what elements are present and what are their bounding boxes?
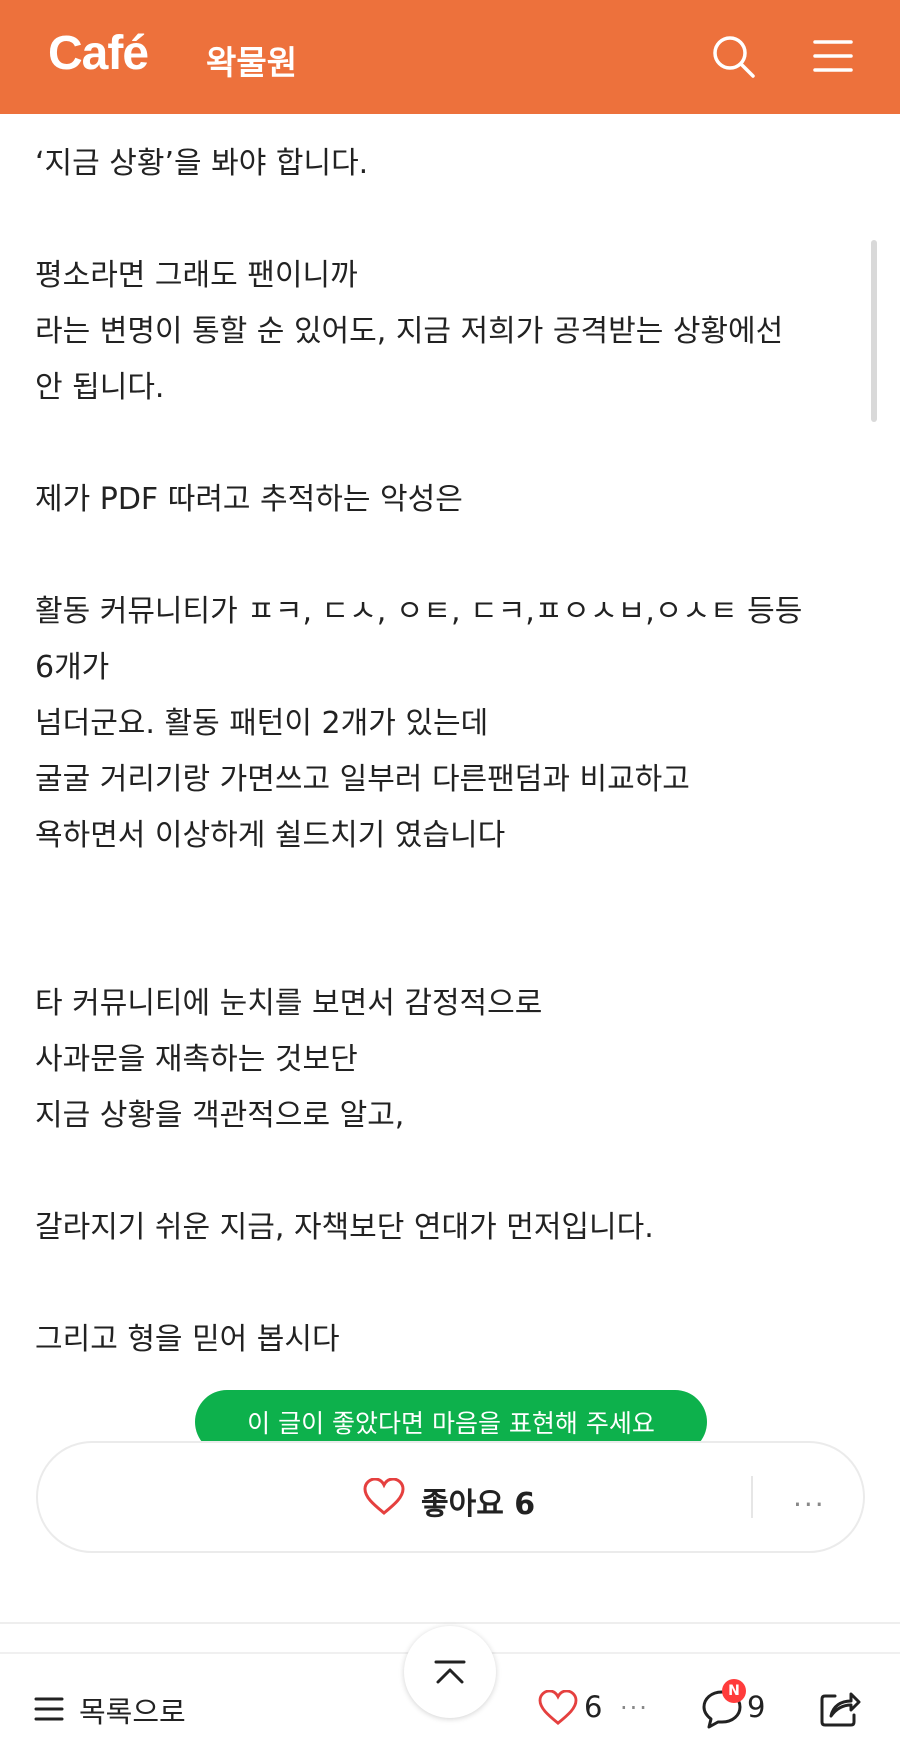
article-line: 굴굴 거리기랑 가면쓰고 일부러 다른팬덤과 비교하고 [35,762,690,797]
article-line: 라는 변명이 통할 순 있어도, 지금 저희가 공격받는 상황에선 [35,314,784,349]
heart-icon[interactable] [538,1690,578,1726]
scroll-to-top-button[interactable] [404,1626,496,1718]
like-count: 6 [584,1690,603,1724]
article-line: 제가 PDF 따려고 추적하는 악성은 [35,482,463,517]
divider [751,1476,753,1518]
article-line: ‘지금 상황’을 봐야 합니다. [35,146,369,181]
divider [0,1622,900,1624]
back-to-list-button[interactable]: 목록으로 [79,1689,186,1731]
comment-count: 9 [747,1690,766,1724]
menu-icon[interactable] [811,37,855,75]
article-line: 사과문을 재촉하는 것보단 [35,1042,358,1077]
search-icon[interactable] [710,33,756,79]
article-line: 갈라지기 쉬운 지금, 자책보단 연대가 먼저입니다. [35,1210,654,1245]
new-badge: N [722,1679,746,1703]
article-line: 그리고 형을 믿어 봅시다 [35,1322,340,1357]
article-line: 6개가 [35,650,110,685]
arrow-up-icon [434,1660,466,1684]
article-line: 타 커뮤니티에 눈치를 보면서 감정적으로 [35,986,543,1021]
article-line: 넘더군요. 활동 패턴이 2개가 있는데 [35,706,489,741]
cafe-name[interactable]: 왁물원 [206,36,297,84]
article-line: 지금 상황을 객관적으로 알고, [35,1098,405,1133]
share-icon[interactable] [819,1688,861,1728]
article-body: ‘지금 상황’을 봐야 합니다. 평소라면 그래도 팬이니까라는 변명이 통할 순… [35,136,865,1368]
article-line: 활동 커뮤니티가 ㅍㅋ, ㄷㅅ, ㅇㅌ, ㄷㅋ,ㅍㅇㅅㅂ,ㅇㅅㅌ 등등 [35,594,803,629]
more-options-button[interactable]: ··· [620,1694,649,1722]
scrollbar[interactable] [871,240,877,422]
like-button[interactable]: 좋아요 6 [421,1479,535,1523]
list-icon[interactable] [34,1696,64,1722]
cafe-logo[interactable]: Café [48,26,149,81]
article-line: 안 됩니다. [35,370,165,405]
article-line: 욕하면서 이상하게 쉴드치기 였습니다 [35,818,506,853]
app-header: Café 왁물원 [0,0,900,114]
more-options-button[interactable]: ··· [793,1488,826,1521]
heart-icon[interactable] [363,1478,405,1516]
article-line: 평소라면 그래도 팬이니까 [35,258,358,293]
